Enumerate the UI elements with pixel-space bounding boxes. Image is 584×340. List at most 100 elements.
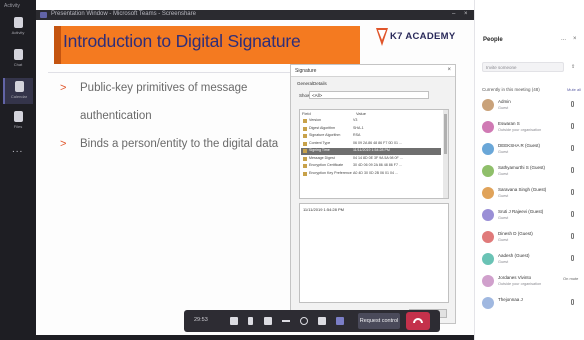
field-value: 30 4D 06 09 2A 86 48 86 F7 ... <box>353 163 402 167</box>
microphone-icon <box>571 299 574 305</box>
field-detail-box: 11/11/2019 1:54:28 PM <box>299 203 449 303</box>
rail-item-label: Chat <box>13 62 23 67</box>
field-row[interactable]: Signature Algorithm RSA <box>301 133 441 140</box>
field-row[interactable]: Version V3 <box>301 118 441 125</box>
microphone-icon[interactable] <box>248 317 253 325</box>
participants-section-label[interactable]: Currently in this meeting (48) <box>482 87 540 92</box>
dialog-header: Signature × <box>291 65 455 77</box>
participant-row[interactable]: DEEKSHA R (Guest) Guest <box>475 142 584 160</box>
field-name: Signing Time <box>309 148 330 152</box>
bell-icon <box>13 17 23 28</box>
field-value: RSA <box>353 133 361 137</box>
field-row[interactable]: Digest Algorithm SHA-1 <box>301 126 441 133</box>
avatar <box>482 143 494 155</box>
participant-row[interactable]: Eswaran S Outside your organisation <box>475 120 584 138</box>
k7-academy-logo: K7 ACADEMY <box>376 28 468 50</box>
participant-row[interactable]: Thejonnaa J <box>475 296 584 314</box>
share-tray-icon[interactable] <box>264 317 272 325</box>
avatar <box>482 209 494 221</box>
participant-status: Guest <box>498 216 509 220</box>
raise-hand-icon[interactable] <box>300 317 308 325</box>
field-name: Message Digest <box>309 155 335 160</box>
hang-up-button[interactable] <box>406 312 430 330</box>
window-title: Presentation Window - Microsoft Teams - … <box>51 11 196 17</box>
teams-window: Activity Activity Chat Calendar Files ..… <box>0 0 584 340</box>
participant-name: Dinesh D (Guest) <box>498 231 533 236</box>
bullet-arrow-icon: > <box>60 138 67 150</box>
invite-search-input[interactable]: Invite someone <box>482 62 564 72</box>
rail-item-chat[interactable]: Chat <box>3 46 33 72</box>
request-control-button[interactable]: Request control <box>358 313 400 329</box>
participants-icon[interactable] <box>336 317 344 325</box>
participant-row[interactable]: Aadesh (Guest) Guest <box>475 252 584 270</box>
value-column-header: Value <box>356 111 366 116</box>
bullet-text: Public-key primitives of message <box>80 82 248 94</box>
title-accent <box>54 26 61 64</box>
participant-name: Eswaran S <box>498 121 520 126</box>
avatar <box>482 275 494 287</box>
field-name: Signature Algorithm <box>309 133 341 137</box>
field-list[interactable]: Field Value Version V3 Digest Algorithm SHA… <box>299 109 449 199</box>
list-scrollbar[interactable] <box>443 110 448 198</box>
participant-row[interactable]: Sruti J Rajeevi (Guest) Guest <box>475 208 584 226</box>
field-row[interactable]: Encryption Certificate 30 4D 06 09 2A 86 … <box>301 163 441 170</box>
field-name: Encryption Certificate <box>309 163 344 167</box>
field-row[interactable]: Signing Time 11/11/2019 1:54:28 PM <box>301 148 441 155</box>
chat-icon <box>13 49 23 60</box>
show-select[interactable]: <All> <box>309 91 429 99</box>
field-icon <box>303 164 307 168</box>
field-row[interactable]: Message Digest 04 14 8D 0E 3F 9A 5A 98 0F… <box>301 156 441 163</box>
rail-item-label: Files <box>13 124 23 129</box>
share-invite-icon[interactable]: ⇪ <box>571 64 575 70</box>
field-icon <box>303 149 307 153</box>
scrollbar-thumb[interactable] <box>444 114 447 154</box>
microphone-icon <box>571 211 574 217</box>
participant-status: Guest <box>498 106 509 110</box>
field-value: 11/11/2019 1:54:28 PM <box>353 148 390 152</box>
field-row[interactable]: Content Type 06 09 2A 86 48 86 F7 0D 01 .… <box>301 141 441 148</box>
participant-row[interactable]: Saravana Singh (Guest) Guest <box>475 186 584 204</box>
participant-name: Jordanes Vivinto <box>498 275 532 280</box>
camera-icon[interactable] <box>230 317 238 325</box>
field-name: Content Type <box>309 140 331 145</box>
rail-item-calendar[interactable]: Calendar <box>3 78 33 104</box>
phone-hangup-icon <box>413 318 423 323</box>
file-icon <box>13 111 23 122</box>
chat-toggle-icon[interactable] <box>318 317 326 325</box>
participant-status: Guest <box>498 172 509 176</box>
microphone-icon <box>571 101 574 107</box>
more-options-icon[interactable]: ... <box>561 36 566 42</box>
avatar <box>482 165 494 177</box>
participant-row[interactable]: Admin Guest <box>475 98 584 116</box>
close-icon[interactable]: × <box>447 67 451 73</box>
participant-row[interactable]: Dinesh D (Guest) Guest <box>475 230 584 248</box>
calendar-icon <box>14 81 24 92</box>
participant-status: Guest <box>498 260 509 264</box>
field-icon <box>303 134 307 138</box>
microphone-icon <box>571 233 574 239</box>
signature-details-dialog: Signature × General Details Show: <All> … <box>290 64 456 324</box>
rail-item-files[interactable]: Files <box>3 108 33 134</box>
shared-screen: Introduction to Digital Signature K7 ACA… <box>36 20 474 340</box>
tab-details[interactable]: Details <box>313 81 327 86</box>
microphone-icon <box>571 255 574 261</box>
rail-item-activity[interactable]: Activity <box>3 14 33 40</box>
minimize-icon[interactable]: – <box>452 11 455 17</box>
close-icon[interactable]: × <box>573 36 577 42</box>
field-name: Version <box>309 118 321 122</box>
field-value: A0 4D 30 0D 2B 06 01 04 ... <box>353 170 398 175</box>
field-row[interactable]: Encryption Key Preference A0 4D 30 0D 2B … <box>301 171 441 178</box>
participant-row[interactable]: Sathyamurthi S (Guest) Guest <box>475 164 584 182</box>
mute-all-button[interactable]: Mute all <box>567 87 581 92</box>
avatar <box>482 297 494 309</box>
field-icon <box>303 156 307 161</box>
rail-more-button[interactable]: ... <box>12 144 23 155</box>
avatar <box>482 231 494 243</box>
close-icon[interactable]: × <box>464 11 468 17</box>
more-actions-icon[interactable] <box>282 320 290 322</box>
window-titlebar: Presentation Window - Microsoft Teams - … <box>36 10 474 20</box>
field-value: 04 14 8D 0E 3F 9A 5A 98 0F ... <box>353 155 403 160</box>
tab-general[interactable]: General <box>297 81 313 86</box>
avatar <box>482 99 494 111</box>
participant-row[interactable]: Jordanes Vivinto Outside your organisatio… <box>475 274 584 292</box>
